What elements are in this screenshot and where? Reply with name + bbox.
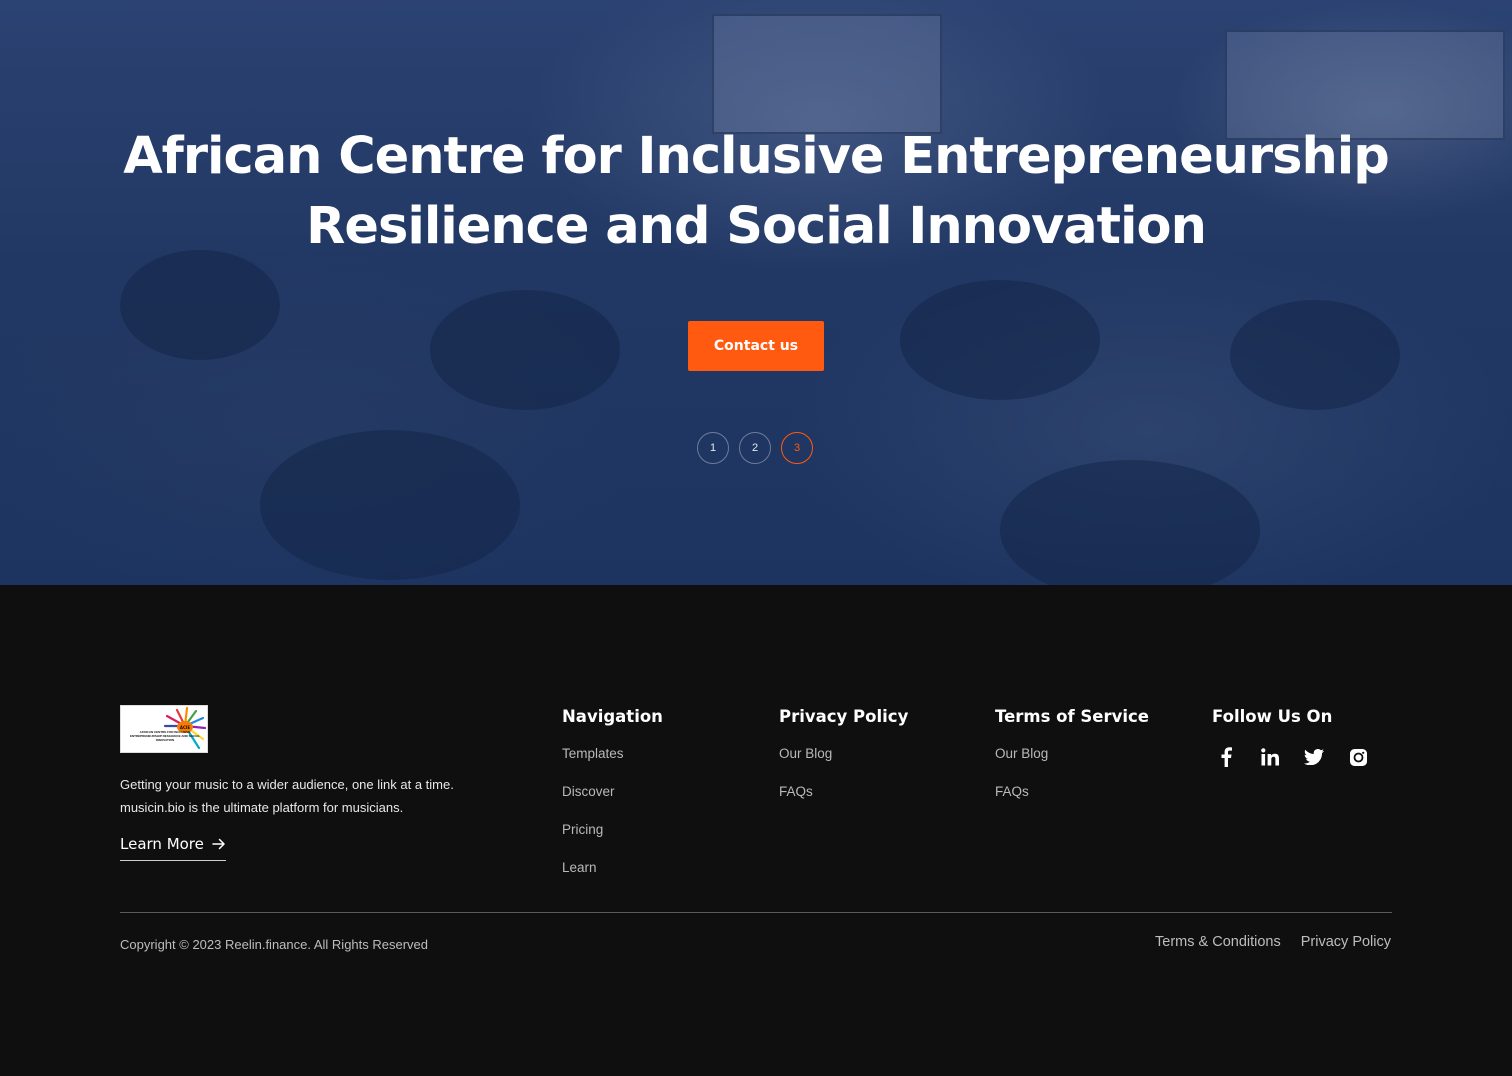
- column-heading: Terms of Service: [995, 707, 1150, 726]
- footer-link-faqs[interactable]: FAQs: [995, 784, 1149, 822]
- facebook-icon[interactable]: [1215, 746, 1237, 768]
- footer-link-templates[interactable]: Templates: [562, 746, 663, 784]
- learn-more-label: Learn More: [120, 835, 204, 853]
- background-audience-shape: [1000, 460, 1260, 585]
- linkedin-icon[interactable]: [1259, 746, 1281, 768]
- hero-title: African Centre for Inclusive Entrepreneu…: [0, 122, 1512, 262]
- terms-and-conditions-link[interactable]: Terms & Conditions: [1155, 934, 1281, 950]
- copyright-text: Copyright © 2023 Reelin.finance. All Rig…: [120, 937, 429, 952]
- footer-link-our-blog[interactable]: Our Blog: [995, 746, 1149, 784]
- footer-column-navigation: Navigation Templates Discover Pricing Le…: [562, 705, 663, 898]
- footer-link-pricing[interactable]: Pricing: [562, 822, 663, 860]
- slide-dot-3[interactable]: 3: [781, 432, 813, 464]
- background-audience-shape: [260, 430, 520, 580]
- hero-title-line: African Centre for Inclusive Entrepreneu…: [123, 127, 1390, 186]
- brand-description: Getting your music to a wider audience, …: [120, 777, 454, 815]
- column-heading: Navigation: [562, 707, 663, 726]
- logo-caption: AFRICAN CENTRE FOR INCLUSIVE ENTREPRENEU…: [129, 730, 200, 742]
- arrow-right-icon: [212, 838, 225, 850]
- footer-link-our-blog[interactable]: Our Blog: [779, 746, 908, 784]
- background-audience-shape: [430, 290, 620, 410]
- background-projection-screen: [712, 14, 942, 134]
- column-heading: Privacy Policy: [779, 707, 909, 726]
- slider-pagination: 1 2 3: [697, 432, 813, 464]
- background-audience-shape: [1230, 300, 1400, 410]
- background-audience-shape: [900, 280, 1100, 400]
- slide-dot-2[interactable]: 2: [739, 432, 771, 464]
- slide-dot-1[interactable]: 1: [697, 432, 729, 464]
- site-footer: [0, 585, 1512, 1076]
- legal-links: Terms & Conditions Privacy Policy: [1155, 934, 1391, 950]
- social-links: [1215, 746, 1369, 768]
- footer-link-faqs[interactable]: FAQs: [779, 784, 908, 822]
- column-heading: Follow Us On: [1212, 707, 1333, 726]
- background-audience-shape: [120, 250, 280, 360]
- footer-logo[interactable]: ACIE AFRICAN CENTRE FOR INCLUSIVE ENTREP…: [120, 705, 208, 753]
- footer-column-follow-us: Follow Us On: [1212, 705, 1369, 768]
- footer-divider: [120, 912, 1392, 913]
- footer-link-learn[interactable]: Learn: [562, 860, 663, 898]
- footer-column-privacy-policy: Privacy Policy Our Blog FAQs: [779, 705, 908, 822]
- learn-more-link[interactable]: Learn More: [120, 835, 226, 861]
- hero-title-line: Resilience and Social Innovation: [306, 197, 1207, 256]
- footer-column-terms-of-service: Terms of Service Our Blog FAQs: [995, 705, 1149, 822]
- privacy-policy-link[interactable]: Privacy Policy: [1301, 934, 1391, 950]
- footer-link-discover[interactable]: Discover: [562, 784, 663, 822]
- hero-section: African Centre for Inclusive Entrepreneu…: [0, 0, 1512, 585]
- contact-us-button[interactable]: Contact us: [688, 321, 824, 371]
- instagram-icon[interactable]: [1347, 746, 1369, 768]
- twitter-icon[interactable]: [1303, 746, 1325, 768]
